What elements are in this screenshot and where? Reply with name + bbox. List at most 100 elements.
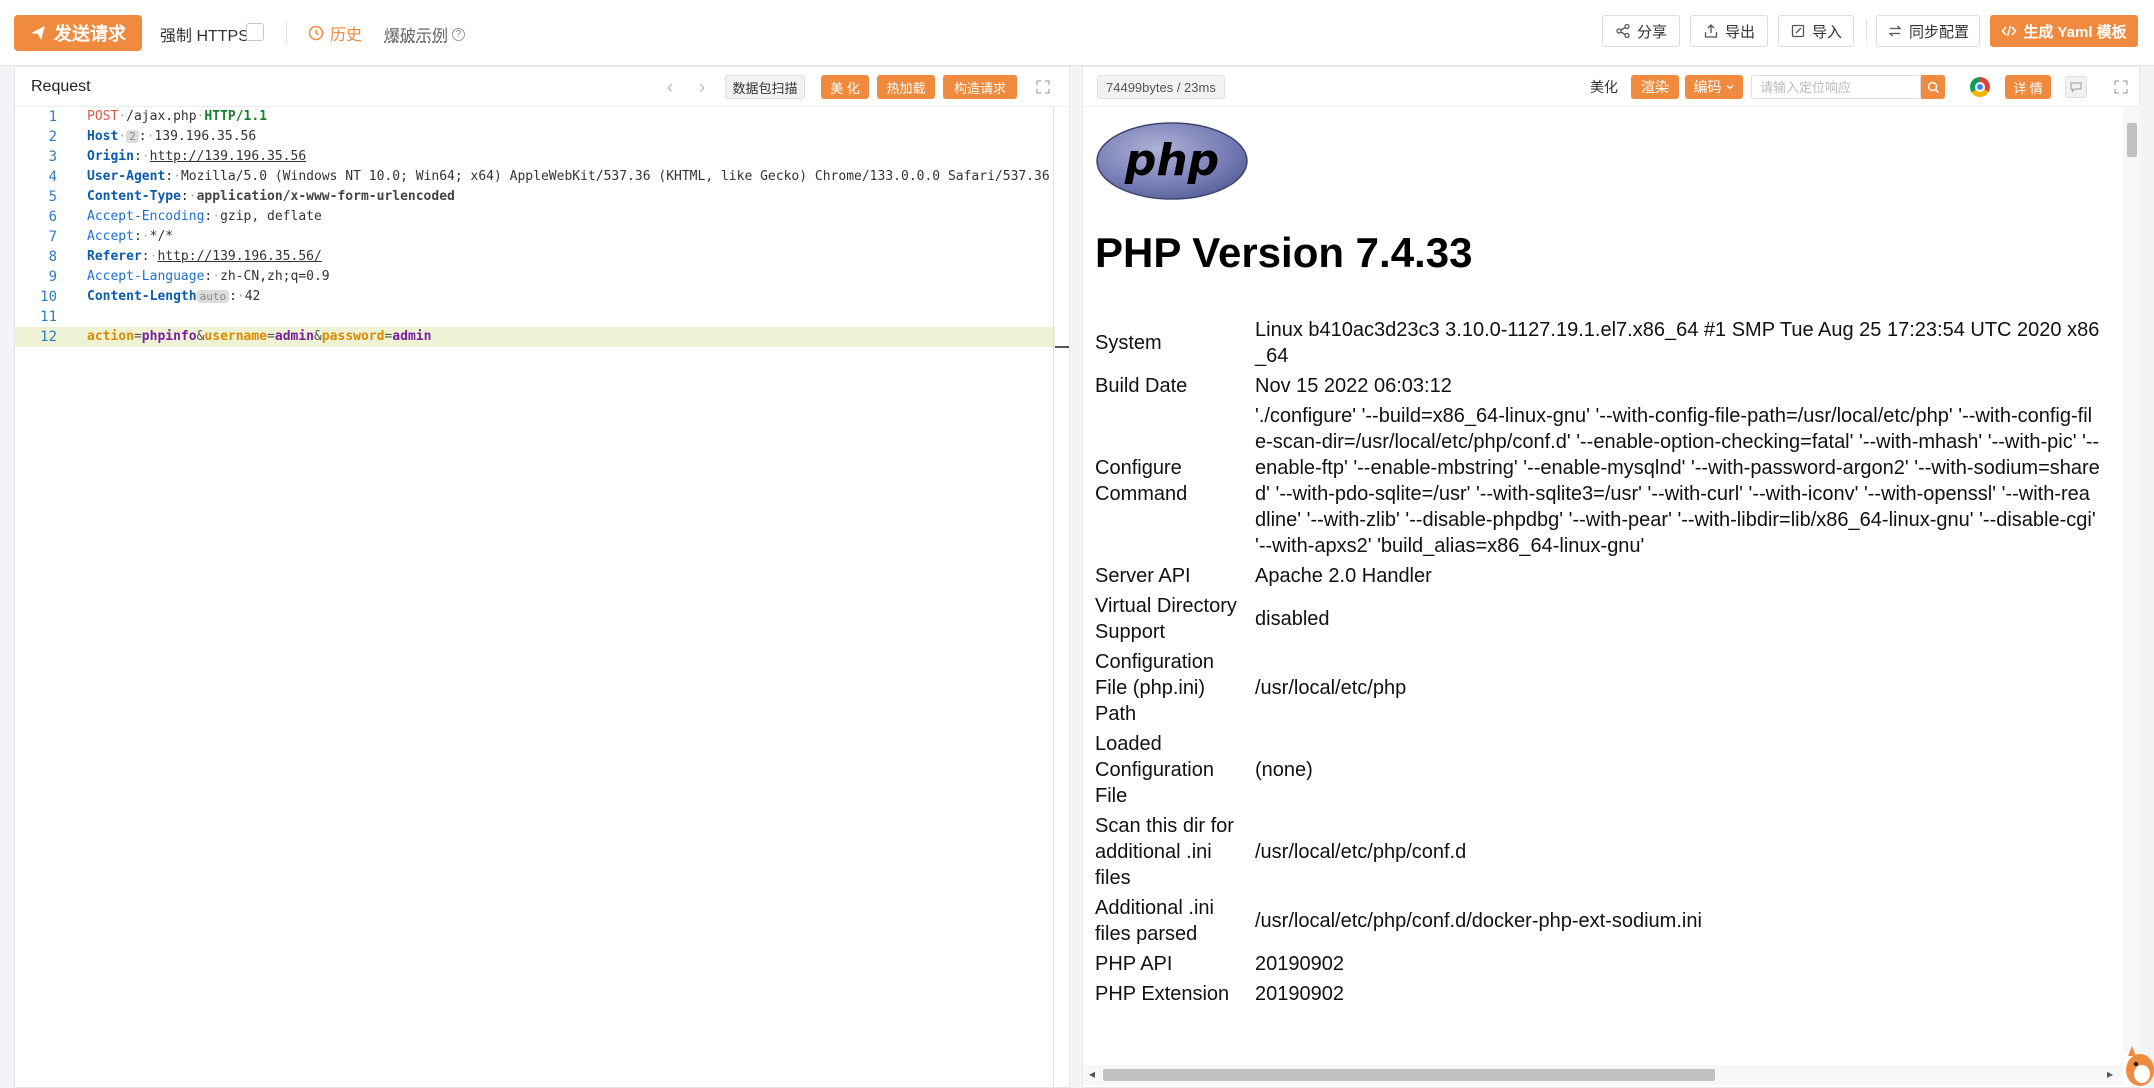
scrollbar-thumb[interactable] [1103, 1069, 1715, 1081]
rendered-response[interactable]: php PHP Version 7.4.33 System Linux b410a… [1083, 107, 2123, 1053]
line-number: 4 [48, 169, 57, 185]
details-button[interactable]: 详 情 [2005, 75, 2051, 99]
scroll-left-arrow-icon[interactable]: ◂ [1089, 1067, 1095, 1081]
generate-yaml-button[interactable]: 生成 Yaml 模板 [1990, 15, 2138, 47]
code-line: 11 [15, 307, 1055, 327]
render-tab[interactable]: 渲染 [1631, 75, 1679, 99]
share-button[interactable]: 分享 [1602, 15, 1680, 47]
body-param-value: admin [274, 329, 315, 344]
packet-scan-button[interactable]: 数据包扫描 [725, 75, 805, 99]
editor-scroll-gutter[interactable] [1053, 107, 1054, 1087]
info-value: Nov 15 2022 06:03:12 [1255, 375, 1452, 397]
fullscreen-icon[interactable] [2113, 79, 2129, 95]
code-line: 3 Origin:·http://139.196.35.56 [15, 147, 1055, 167]
request-path: /ajax.php [126, 109, 197, 124]
header-value: Mozilla/5.0 (Windows NT 10.0; Win64; x64… [180, 169, 1050, 184]
line-number: 5 [48, 189, 57, 205]
info-key: Server API [1095, 565, 1191, 587]
php-logo-text: php [1124, 135, 1219, 186]
chrome-icon[interactable] [1970, 77, 1990, 97]
code-line: 9 Accept-Language:·zh-CN,zh;q=0.9 [15, 267, 1055, 287]
line-number: 2 [48, 129, 57, 145]
line-number: 12 [40, 329, 57, 345]
code-line: 8 Referer:·http://139.196.35.56/ [15, 247, 1055, 267]
fullscreen-icon[interactable] [1035, 79, 1051, 95]
info-value: './configure' '--build=x86_64-linux-gnu'… [1255, 405, 2100, 557]
info-key: PHP Extension [1095, 983, 1230, 1005]
info-key: System [1095, 332, 1162, 354]
next-arrow-icon[interactable]: › [699, 77, 705, 98]
info-value: /usr/local/etc/php [1255, 677, 1407, 699]
encoding-label: 编码 [1693, 79, 1722, 95]
beautify-request-button[interactable]: 美 化 [821, 75, 869, 99]
code-line: 1 POST·/ajax.php·HTTP/1.1 [15, 107, 1055, 127]
history-label: 历史 [330, 27, 363, 44]
scrollbar-thumb[interactable] [2127, 123, 2137, 157]
horizontal-scrollbar[interactable]: ◂ ▸ [1083, 1065, 2123, 1085]
export-button[interactable]: 导出 [1690, 15, 1768, 47]
locate-response-input[interactable] [1751, 75, 1921, 99]
info-key: Virtual Directory Support [1095, 595, 1237, 643]
line-number: 10 [40, 289, 57, 305]
prev-arrow-icon[interactable]: ‹ [667, 77, 673, 98]
vertical-scrollbar[interactable] [2123, 107, 2141, 1053]
header-key: Referer [87, 249, 142, 264]
header-key: Host [87, 129, 119, 144]
info-key: Configuration File (php.ini) Path [1095, 651, 1214, 725]
sync-config-button[interactable]: 同步配置 [1876, 15, 1980, 47]
help-icon[interactable]: ? [452, 27, 466, 41]
mascot-icon[interactable] [2118, 1040, 2154, 1088]
header-value: gzip, deflate [220, 209, 322, 224]
brute-example-label: 爆破示例 [384, 28, 449, 45]
body-param-key: password [321, 329, 385, 344]
response-size-badge: 74499bytes / 23ms [1097, 75, 1225, 99]
line-number: 11 [40, 309, 57, 325]
header-key: User-Agent [87, 169, 166, 184]
body-param-value: admin [392, 329, 432, 344]
header-value: 42 [244, 289, 261, 304]
phpinfo-table: System Linux b410ac3d23c3 3.10.0-1127.19.… [1095, 315, 2100, 1009]
request-title: Request [31, 78, 91, 95]
sync-config-label: 同步配置 [1908, 23, 1969, 41]
search-button[interactable] [1921, 75, 1945, 99]
header-value: zh-CN,zh;q=0.9 [220, 269, 330, 284]
send-request-button[interactable]: 发送请求 [14, 15, 142, 51]
php-version-title: PHP Version 7.4.33 [1095, 229, 1473, 276]
code-line: 7 Accept:·*/* [15, 227, 1055, 247]
history-button[interactable]: 历史 [308, 21, 362, 45]
build-request-button[interactable]: 构造请求 [943, 75, 1017, 99]
force-https-checkbox[interactable] [246, 23, 264, 41]
import-icon [1791, 24, 1805, 38]
code-line: 4 User-Agent:·Mozilla/5.0 (Windows NT 10… [15, 167, 1055, 187]
line-number: 9 [48, 269, 57, 285]
comment-icon[interactable] [2065, 76, 2087, 98]
share-icon [1616, 23, 1630, 39]
line-number: 8 [48, 249, 57, 265]
table-row: Scan this dir for additional .ini files /… [1095, 811, 2100, 893]
table-row: Loaded Configuration File (none) [1095, 729, 2100, 811]
info-value: 20190902 [1255, 953, 1344, 975]
brute-example-link[interactable]: 爆破示例 ? [384, 22, 466, 46]
info-key: PHP API [1095, 953, 1173, 975]
export-label: 导出 [1724, 23, 1755, 41]
hot-reload-button[interactable]: 热加载 [877, 75, 935, 99]
divider [1866, 20, 1867, 42]
body-param-key: username [204, 329, 268, 344]
cursor-marker [1055, 346, 1069, 348]
scroll-right-arrow-icon[interactable]: ▸ [2107, 1067, 2113, 1081]
table-row: PHP API 20190902 [1095, 949, 2100, 979]
info-key: Configure Command [1095, 457, 1188, 505]
import-button[interactable]: 导入 [1778, 15, 1854, 47]
http-method: POST [87, 109, 119, 124]
info-value: /usr/local/etc/php/conf.d/docker-php-ext… [1255, 910, 1702, 932]
encoding-dropdown[interactable]: 编码 [1685, 75, 1743, 99]
header-key: Content-Type [87, 189, 181, 204]
beautify-response-tab[interactable]: 美化 [1583, 75, 1625, 99]
http-version: HTTP/1.1 [204, 109, 268, 124]
code-line: 6 Accept-Encoding:·gzip, deflate [15, 207, 1055, 227]
header-key: Origin [87, 149, 134, 164]
code-line: 10 Content-Length auto:·42 [15, 287, 1055, 307]
request-editor[interactable]: 1 POST·/ajax.php·HTTP/1.1 2 Host· 2:·139.… [15, 107, 1055, 1087]
info-value: Apache 2.0 Handler [1255, 565, 1432, 587]
header-key: Accept-Encoding [87, 209, 205, 224]
